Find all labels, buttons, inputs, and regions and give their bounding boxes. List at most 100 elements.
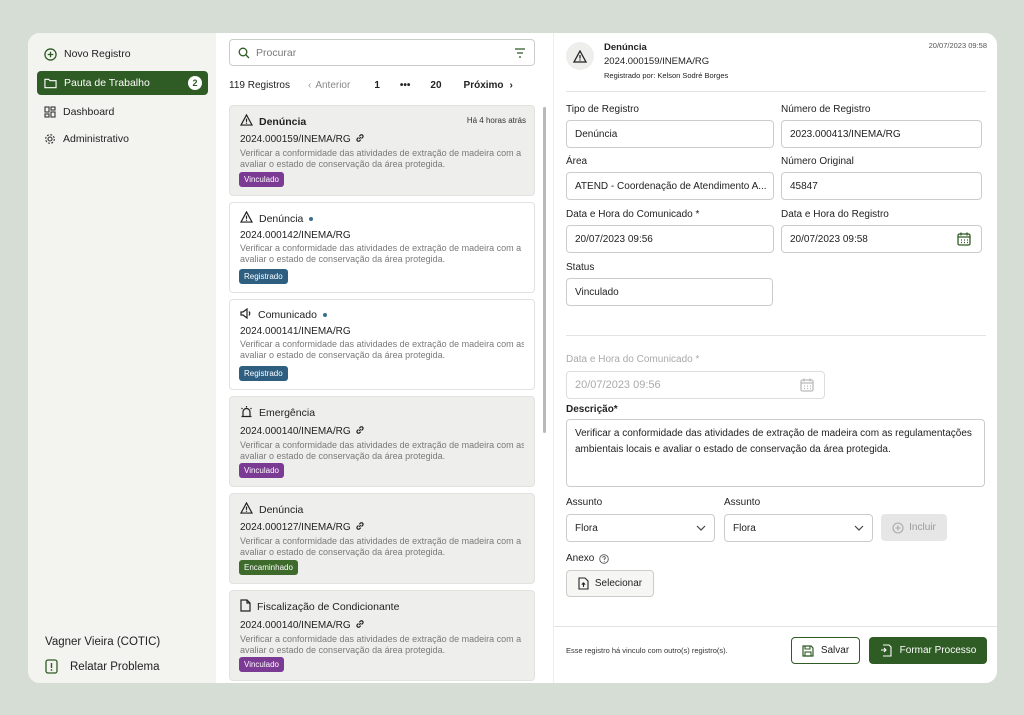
upload-file-icon xyxy=(578,577,589,590)
record-card[interactable]: Denúncia Há 4 horas atrás 2024.000159/INEM… xyxy=(229,105,535,196)
dtreg-label: Data e Hora do Registro xyxy=(781,209,889,220)
next-page-button[interactable]: Próximo xyxy=(464,80,504,91)
record-card[interactable]: Denúncia 2024.000127/INEMA/RG Verificar a … xyxy=(229,493,535,584)
sidebar: Novo Registro Pauta de Trabalho 2 Dashbo… xyxy=(28,33,216,683)
sidebar-item-dashboard[interactable]: Dashboard xyxy=(37,100,208,124)
status-field[interactable]: Vinculado xyxy=(566,278,773,306)
numorig-field[interactable]: 45847 xyxy=(781,172,982,200)
numreg-label: Número de Registro xyxy=(781,104,871,115)
card-number-row: 2024.000159/INEMA/RG xyxy=(240,133,524,146)
page-ellipsis: ••• xyxy=(399,79,411,91)
plus-circle-icon xyxy=(44,47,57,61)
assunto2-value: Flora xyxy=(733,522,756,534)
card-type: Emergência xyxy=(259,407,316,419)
card-number-row: 2024.000142/INEMA/RG xyxy=(240,230,524,241)
divider xyxy=(566,91,986,92)
card-number-row: 2024.000127/INEMA/RG xyxy=(240,521,524,534)
card-number-row: 2024.000141/INEMA/RG xyxy=(240,326,524,337)
record-card[interactable]: Comunicado 2024.000141/INEMA/RG Verificar … xyxy=(229,299,535,390)
chevron-left-icon[interactable]: ‹ xyxy=(308,80,311,91)
incluir-button[interactable]: Incluir xyxy=(881,514,947,541)
card-description: Verificar a conformidade das atividades … xyxy=(240,339,524,361)
divider xyxy=(566,335,986,336)
folder-icon xyxy=(44,78,57,89)
chevron-right-icon[interactable]: › xyxy=(510,80,513,91)
prev-page-button[interactable]: Anterior xyxy=(315,80,350,91)
formar-label: Formar Processo xyxy=(899,645,977,656)
card-desc-line2: avaliar o estado de conservação da área … xyxy=(240,547,446,557)
divider xyxy=(554,626,997,627)
dtreg-value: 20/07/2023 09:58 xyxy=(790,233,868,245)
search-icon xyxy=(238,47,250,58)
megaphone-icon xyxy=(240,307,252,322)
card-title-row: Fiscalização de Condicionante xyxy=(240,599,524,615)
chevron-down-icon xyxy=(854,525,864,531)
unread-dot xyxy=(322,313,327,317)
description-textarea[interactable]: Verificar a conformidade das atividades … xyxy=(566,419,985,487)
card-desc-line2: avaliar o estado de conservação da área … xyxy=(240,254,446,264)
anexo-label-row: Anexo xyxy=(566,553,610,564)
desc-label: Descrição* xyxy=(566,404,618,415)
report-problem-link[interactable]: Relatar Problema xyxy=(45,659,159,674)
save-button[interactable]: Salvar xyxy=(791,637,860,664)
record-list-panel: Procurar 119 Registros ‹ Anterior 1 ••• … xyxy=(216,33,553,683)
document-process-icon xyxy=(880,644,892,657)
card-number: 2024.000141/INEMA/RG xyxy=(240,326,351,337)
sidebar-item-administrativo[interactable]: Administrativo xyxy=(37,127,208,151)
record-detail-panel: Denúncia 2024.000159/INEMA/RG Registrado… xyxy=(553,33,997,683)
link-icon xyxy=(355,521,365,534)
numreg-field[interactable]: 2023.000413/INEMA/RG xyxy=(781,120,982,148)
tipo-field[interactable]: Denúncia xyxy=(566,120,774,148)
status-badge: Registrado xyxy=(239,269,288,284)
warning-icon xyxy=(573,49,587,63)
sidebar-item-pauta[interactable]: Pauta de Trabalho 2 xyxy=(37,71,208,95)
link-icon xyxy=(355,425,365,438)
detail-registered-by: Registrado por: Kelson Sodré Borges xyxy=(604,71,729,80)
formar-processo-button[interactable]: Formar Processo xyxy=(869,637,987,664)
dashboard-icon xyxy=(44,106,56,118)
card-type: Comunicado xyxy=(258,309,317,321)
record-card[interactable]: Denúncia 2024.000142/INEMA/RG Verificar a … xyxy=(229,202,535,293)
filter-icon[interactable] xyxy=(514,47,526,58)
save-icon xyxy=(802,644,814,657)
record-card[interactable]: Fiscalização de Condicionante 2024.000140… xyxy=(229,590,535,681)
calendar-icon[interactable] xyxy=(957,232,971,246)
record-card[interactable]: Emergência 2024.000140/INEMA/RG Verificar … xyxy=(229,396,535,487)
card-desc-line1: Verificar a conformidade das atividades … xyxy=(240,536,522,546)
card-type: Denúncia xyxy=(259,503,304,516)
user-name: Vagner Vieira (COTIC) xyxy=(45,636,161,648)
card-number-row: 2024.000140/INEMA/RG xyxy=(240,619,524,632)
status-label: Status xyxy=(566,262,595,273)
card-number-row: 2024.000140/INEMA/RG xyxy=(240,425,524,438)
status-badge: Vinculado xyxy=(239,463,284,478)
assunto2-label: Assunto xyxy=(724,497,761,508)
page-1[interactable]: 1 xyxy=(374,80,380,91)
search-input[interactable]: Procurar xyxy=(229,39,535,66)
list-scrollbar[interactable] xyxy=(543,107,546,433)
card-desc-line1: Verificar a conformidade das atividades … xyxy=(240,339,524,349)
sidebar-item-novo-registro[interactable]: Novo Registro xyxy=(37,42,208,66)
status-badge: Vinculado xyxy=(239,172,284,187)
card-title-row: Denúncia xyxy=(239,210,524,226)
app-window: Novo Registro Pauta de Trabalho 2 Dashbo… xyxy=(28,33,997,683)
search-placeholder: Procurar xyxy=(256,46,297,59)
dtreg-field[interactable]: 20/07/2023 09:58 xyxy=(781,225,982,253)
area-field[interactable]: ATEND - Coordenação de Atendimento A... xyxy=(566,172,774,200)
status-badge: Encaminhado xyxy=(239,560,298,575)
page-20[interactable]: 20 xyxy=(430,80,441,91)
card-number: 2024.000127/INEMA/RG xyxy=(240,522,351,533)
card-description: Verificar a conformidade das atividades … xyxy=(240,536,524,558)
siren-icon xyxy=(240,405,253,421)
card-title-row: Denúncia xyxy=(239,501,524,517)
calendar-icon xyxy=(800,378,814,392)
assunto2-select[interactable]: Flora xyxy=(724,514,873,542)
card-desc-line2: avaliar o estado de conservação da área … xyxy=(240,159,446,169)
assunto1-select[interactable]: Flora xyxy=(566,514,715,542)
help-icon[interactable] xyxy=(599,553,610,564)
card-description: Verificar a conformidade das atividades … xyxy=(240,440,524,462)
dtcom-field[interactable]: 20/07/2023 09:56 xyxy=(566,225,774,253)
sidebar-item-label: Administrativo xyxy=(63,133,129,145)
selecionar-button[interactable]: Selecionar xyxy=(566,570,654,597)
unread-dot xyxy=(309,216,314,221)
card-desc-line1: Verificar a conformidade das atividades … xyxy=(240,148,522,158)
